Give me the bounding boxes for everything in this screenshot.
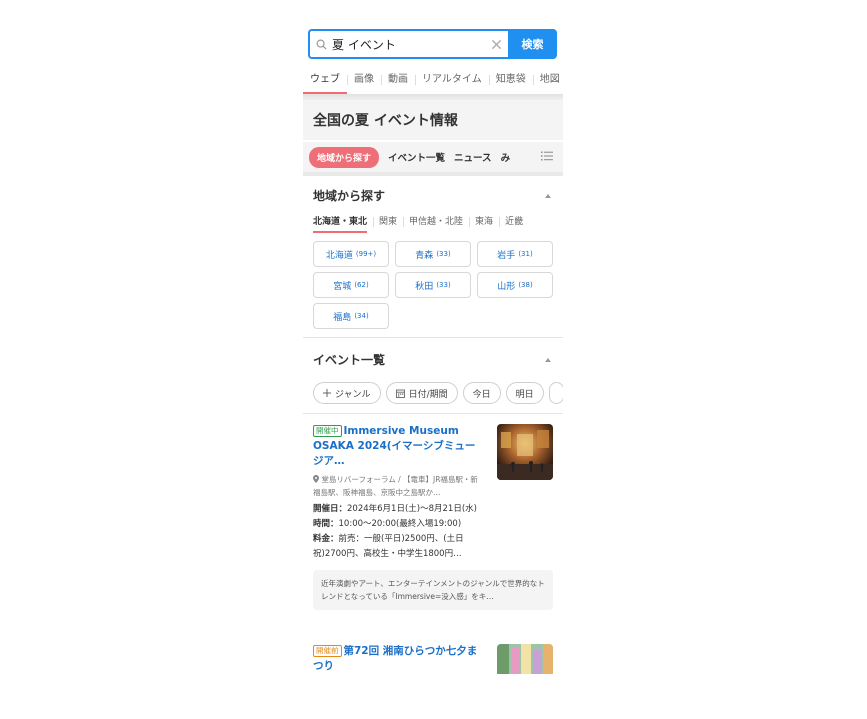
mobile-page: 夏 イベント 検索 ウェブ 画像 動画 リアルタイム 知恵袋 地図 全国の夏 イ… bbox=[303, 24, 563, 696]
genre-filter[interactable]: ジャンル bbox=[313, 382, 381, 404]
prefecture-button[interactable]: 秋田 (33) bbox=[395, 272, 471, 298]
search-button[interactable]: 検索 bbox=[508, 29, 557, 59]
search-query: 夏 イベント bbox=[332, 37, 396, 52]
filters-divider bbox=[303, 413, 563, 414]
event-fee: 料金：前売：一般(平日)2500円、(土日祝)2700円、高校生・中学生1800… bbox=[313, 534, 464, 559]
section-divider bbox=[303, 337, 563, 338]
status-badge: 開催前 bbox=[313, 645, 342, 657]
list-icon[interactable] bbox=[541, 151, 553, 161]
event-thumbnail[interactable] bbox=[497, 644, 553, 674]
chip-event-list[interactable]: イベント一覧 bbox=[388, 150, 445, 164]
prefecture-button[interactable]: 青森 (33) bbox=[395, 241, 471, 267]
event-location: 堂島リバーフォーラム / 【電車】JR福島駅・新福島駅、阪神福島、京阪中之島駅か… bbox=[313, 475, 478, 497]
today-filter[interactable]: 今日 bbox=[462, 382, 501, 404]
tab-videos[interactable]: 動画 bbox=[381, 66, 415, 94]
tab-chiebukuro[interactable]: 知恵袋 bbox=[488, 66, 533, 94]
clear-icon[interactable] bbox=[491, 39, 502, 50]
region-tab-tokai[interactable]: 東海 bbox=[469, 215, 499, 233]
event-time: 時間：10:00〜20:00(最終入場19:00) bbox=[313, 519, 462, 529]
page-title: 全国の夏 イベント情報 bbox=[303, 100, 563, 140]
collapse-caret-icon[interactable] bbox=[545, 193, 551, 198]
event-card[interactable]: 開催中 Immersive Museum OSAKA 2024(イマーシブミュージ… bbox=[313, 424, 553, 610]
plus-icon bbox=[323, 389, 331, 397]
region-heading-row[interactable]: 地域から探す bbox=[313, 187, 553, 204]
location-pin-icon bbox=[313, 475, 319, 483]
collapse-caret-icon[interactable] bbox=[545, 357, 551, 362]
search-icon bbox=[316, 39, 327, 50]
region-tabs: 北海道・東北 関東 甲信越・北陸 東海 近畿 bbox=[313, 215, 529, 233]
event-filters: ジャンル 日付/期間 今日 明日 bbox=[313, 382, 563, 404]
calendar-icon bbox=[395, 389, 405, 398]
tab-map[interactable]: 地図 bbox=[532, 66, 563, 94]
search-input[interactable]: 夏 イベント bbox=[308, 29, 508, 59]
prefecture-button[interactable]: 宮城 (62) bbox=[313, 272, 389, 298]
prefecture-button[interactable]: 山形 (38) bbox=[477, 272, 553, 298]
region-tab-koshinetsu-hokuriku[interactable]: 甲信越・北陸 bbox=[403, 215, 469, 233]
tab-images[interactable]: 画像 bbox=[347, 66, 381, 94]
search-tabs: ウェブ 画像 動画 リアルタイム 知恵袋 地図 bbox=[303, 66, 563, 94]
section-chips: 地域から探す イベント一覧 ニュース み bbox=[303, 142, 563, 172]
region-tab-kinki[interactable]: 近畿 bbox=[499, 215, 529, 233]
event-description: 近年演劇やアート、エンターテインメントのジャンルで世界的なトレンドとなっている「… bbox=[313, 570, 553, 610]
chip-more[interactable]: み bbox=[501, 150, 511, 164]
region-heading: 地域から探す bbox=[313, 189, 386, 203]
region-tab-kanto[interactable]: 関東 bbox=[373, 215, 403, 233]
event-date: 開催日：2024年6月1日(土)〜8月21日(水) bbox=[313, 504, 477, 514]
search-bar: 夏 イベント 検索 bbox=[308, 29, 557, 59]
prefecture-button[interactable]: 福島 (34) bbox=[313, 303, 389, 329]
event-card[interactable]: 開催前 第72回 湘南ひらつか七夕まつり bbox=[313, 644, 553, 674]
status-badge: 開催中 bbox=[313, 425, 342, 437]
chips-divider bbox=[303, 172, 563, 176]
event-thumbnail[interactable] bbox=[497, 424, 553, 480]
events-heading-row[interactable]: イベント一覧 bbox=[313, 351, 553, 368]
chip-news[interactable]: ニュース bbox=[454, 150, 492, 164]
region-tab-hokkaido-tohoku[interactable]: 北海道・東北 bbox=[313, 215, 373, 233]
chip-region[interactable]: 地域から探す bbox=[309, 146, 380, 168]
prefecture-grid: 北海道 (99+) 青森 (33) 岩手 (31) 宮城 (62) 秋田 (33) 山形(… bbox=[313, 241, 553, 329]
prefecture-button[interactable]: 北海道 (99+) bbox=[313, 241, 389, 267]
tomorrow-filter[interactable]: 明日 bbox=[505, 382, 544, 404]
tab-web[interactable]: ウェブ bbox=[303, 66, 347, 94]
prefecture-button[interactable]: 岩手 (31) bbox=[477, 241, 553, 267]
event-title-row[interactable]: 開催中 Immersive Museum OSAKA 2024(イマーシブミュージ… bbox=[313, 424, 485, 469]
event-title-row[interactable]: 開催前 第72回 湘南ひらつか七夕まつり bbox=[313, 644, 485, 674]
date-filter[interactable]: 日付/期間 bbox=[385, 382, 458, 404]
events-heading: イベント一覧 bbox=[313, 353, 386, 367]
tab-realtime[interactable]: リアルタイム bbox=[415, 66, 489, 94]
more-filter[interactable] bbox=[548, 382, 563, 404]
